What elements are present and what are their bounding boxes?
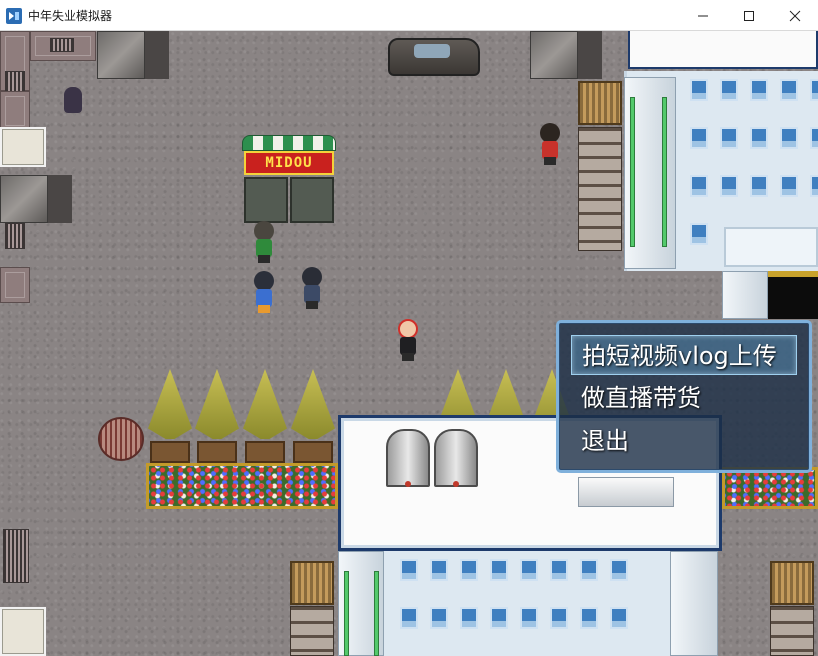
shop-building[interactable]: MIDOU xyxy=(242,135,336,225)
npc-boy-blue[interactable] xyxy=(250,271,278,313)
light-strip xyxy=(374,571,379,656)
water-tank xyxy=(386,429,430,487)
shelf-rack xyxy=(290,606,334,656)
npc-red-shirt[interactable] xyxy=(536,123,564,165)
maximize-icon xyxy=(744,10,754,21)
window-row xyxy=(400,607,628,629)
wall-vent xyxy=(50,38,74,52)
shop-door xyxy=(290,177,334,223)
light-strip xyxy=(344,571,349,656)
shop-awning xyxy=(242,135,336,151)
wooden-crate xyxy=(578,81,622,125)
light-strip xyxy=(630,97,635,247)
shop-sign: MIDOU xyxy=(244,151,334,175)
window-row xyxy=(400,559,628,581)
pine-tree xyxy=(291,369,335,439)
wooden-crate xyxy=(290,561,334,605)
wall-vent xyxy=(5,223,25,249)
shop-door xyxy=(244,177,288,223)
pine-tree xyxy=(195,369,239,439)
pine-tree xyxy=(243,369,287,439)
light-strip xyxy=(662,97,667,247)
wall-tile xyxy=(0,91,30,131)
stone-block xyxy=(97,31,145,79)
flower-bed xyxy=(722,467,818,509)
window-row xyxy=(690,127,818,149)
wall-panel xyxy=(0,607,46,656)
building-ledge xyxy=(724,227,818,267)
wall-vent xyxy=(3,529,29,583)
command-menu: 拍短视频vlog上传 做直播带货 退出 xyxy=(556,320,812,473)
shelf-rack xyxy=(578,127,622,251)
tree-planter xyxy=(293,441,333,463)
tree-planter xyxy=(150,441,190,463)
shadow-block xyxy=(145,31,169,79)
menu-item-livestream[interactable]: 做直播带货 xyxy=(571,378,797,418)
roof-unit xyxy=(578,477,674,507)
game-map[interactable]: MIDOU 拍短视频vlog上传 做直播带货 退出 xyxy=(0,31,818,656)
stone-block xyxy=(530,31,578,79)
npc-green-shirt[interactable] xyxy=(250,221,278,263)
wooden-crate xyxy=(770,561,814,605)
title-bar: 中年失业模拟器 xyxy=(0,0,818,31)
close-icon xyxy=(789,10,801,21)
building-pillar xyxy=(670,551,718,656)
flower-bed xyxy=(146,463,338,509)
menu-item-vlog[interactable]: 拍短视频vlog上传 xyxy=(571,335,797,375)
wall-panel xyxy=(0,127,46,167)
window-row xyxy=(690,223,708,245)
parked-car xyxy=(388,38,480,76)
black-cat[interactable] xyxy=(64,87,82,113)
shadow-block xyxy=(48,175,72,223)
player-character[interactable] xyxy=(394,319,422,361)
window-title: 中年失业模拟器 xyxy=(28,9,113,23)
building-pillar xyxy=(722,271,768,319)
tree-planter xyxy=(245,441,285,463)
manhole-cover xyxy=(98,417,144,461)
minimize-icon xyxy=(698,15,708,16)
wall-tile xyxy=(0,267,30,303)
app-icon xyxy=(6,8,22,24)
shelf-rack xyxy=(770,606,814,656)
npc-man-dark[interactable] xyxy=(298,267,326,309)
water-tank xyxy=(434,429,478,487)
tree-planter xyxy=(197,441,237,463)
building-roof xyxy=(628,31,818,69)
shadow-block xyxy=(578,31,602,79)
close-button[interactable] xyxy=(772,0,818,31)
minimize-button[interactable] xyxy=(680,0,726,31)
window-row xyxy=(690,175,818,197)
maximize-button[interactable] xyxy=(726,0,772,31)
menu-item-exit[interactable]: 退出 xyxy=(571,421,797,461)
window-row xyxy=(690,79,818,101)
stone-block xyxy=(0,175,48,223)
building-entrance xyxy=(768,271,818,319)
pine-tree xyxy=(148,369,192,439)
